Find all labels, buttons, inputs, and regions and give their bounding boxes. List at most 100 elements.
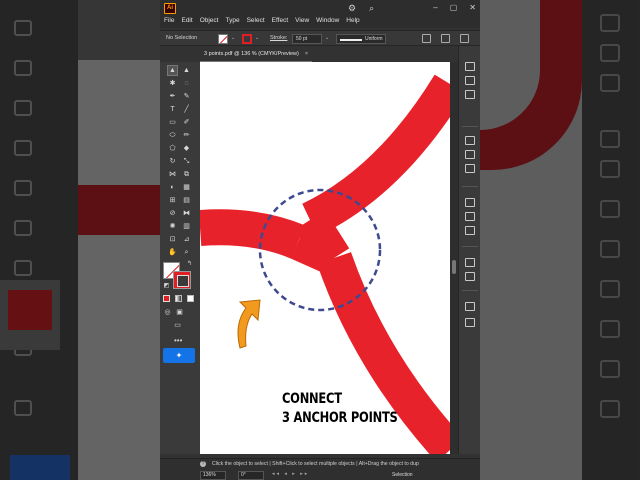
pencil-tool-icon[interactable]: ✏ [182, 131, 191, 140]
zoom-tool-icon[interactable]: ⌕ [182, 248, 191, 257]
minimize-icon[interactable]: – [433, 3, 437, 12]
right-blurred-background [480, 0, 640, 480]
red-stroke-junction[interactable] [290, 210, 350, 275]
zoom-level-field[interactable]: 136% [200, 471, 226, 480]
gradient-mode-icon[interactable] [175, 295, 182, 302]
column-graph-tool-icon[interactable]: ▥ [182, 222, 191, 231]
caption: CONNECT 3 ANCHOR POINTS [282, 390, 398, 428]
chevron-down-icon[interactable]: ⌄ [325, 35, 329, 41]
chevron-down-icon[interactable]: ⌄ [255, 35, 259, 41]
selection-status: No Selection [166, 35, 198, 41]
ellipse-tool-icon[interactable]: ⬭ [168, 131, 177, 140]
libraries-icon[interactable] [465, 90, 475, 99]
artboard-tool-icon[interactable]: ⊡ [168, 235, 177, 244]
blend-tool-icon[interactable]: ⧓ [182, 209, 191, 218]
close-tab-icon[interactable]: × [305, 51, 308, 57]
swap-colors-icon[interactable]: ↰ [185, 260, 194, 269]
window-controls: – ▢ ✕ [433, 3, 476, 12]
menu-help[interactable]: Help [346, 17, 359, 24]
sparkle-icon[interactable]: ✦ [163, 348, 195, 363]
slice-tool-icon[interactable]: ⊿ [182, 235, 191, 244]
menu-file[interactable]: File [164, 17, 174, 24]
gradient-panel-icon[interactable] [465, 212, 475, 221]
stroke-label[interactable]: Stroke: [270, 35, 287, 41]
more-options-icon[interactable] [460, 34, 469, 43]
red-stroke-left-line[interactable] [200, 209, 305, 259]
rotation-field[interactable]: 0° [238, 471, 264, 480]
edit-toolbar-icon[interactable]: ••• [174, 336, 182, 345]
red-stroke-top-arc[interactable] [302, 74, 450, 237]
free-transform-tool-icon[interactable]: ⧉ [182, 170, 191, 179]
color-icon[interactable] [465, 136, 475, 145]
transparency-icon[interactable] [465, 226, 475, 235]
menu-edit[interactable]: Edit [181, 17, 192, 24]
stroke-weight-input[interactable]: 50 pt [292, 34, 322, 44]
appearance-icon[interactable] [465, 258, 475, 267]
fill-swatch[interactable] [218, 34, 228, 44]
graphic-styles-icon[interactable] [465, 272, 475, 281]
artboard-navigation[interactable]: ◂◂ ◂ ▸ ▸▸ [272, 471, 309, 477]
menu-object[interactable]: Object [200, 17, 219, 24]
mesh-tool-icon[interactable]: ⊞ [168, 196, 177, 205]
curvature-tool-icon[interactable]: ✎ [182, 92, 191, 101]
eraser-tool-icon[interactable]: ◆ [182, 144, 191, 153]
width-tool-icon[interactable]: ⋈ [168, 170, 177, 179]
document-tab[interactable]: 3 points.pdf @ 136 % (CMYK/Preview) × [200, 48, 313, 62]
pen-tool-icon[interactable]: ✒ [168, 92, 177, 101]
artboards-icon[interactable] [465, 302, 475, 311]
paintbrush-tool-icon[interactable]: ✐ [182, 118, 191, 127]
hand-tool-icon[interactable]: ✋ [168, 248, 177, 257]
draw-normal-icon[interactable]: ◎ [163, 308, 172, 317]
properties-icon[interactable] [465, 62, 475, 71]
caption-line-1: CONNECT [282, 391, 342, 407]
document-tab-title: 3 points.pdf @ 136 % (CMYK/Preview) [204, 51, 299, 57]
menu-view[interactable]: View [295, 17, 309, 24]
maximize-icon[interactable]: ▢ [450, 3, 458, 12]
shape-builder-tool-icon[interactable]: ◐ [168, 183, 177, 192]
selection-tool-icon[interactable]: ▲ [167, 65, 178, 76]
share-icon[interactable]: ⚙ [348, 3, 356, 14]
default-colors-icon[interactable]: ◩ [162, 282, 171, 291]
scrollbar-thumb[interactable] [452, 260, 456, 274]
type-tool-icon[interactable]: T [168, 105, 177, 114]
menu-type[interactable]: Type [225, 17, 239, 24]
color-mode-icon[interactable] [163, 295, 170, 302]
menu-select[interactable]: Select [247, 17, 265, 24]
menu-window[interactable]: Window [316, 17, 339, 24]
direct-selection-tool-icon[interactable]: ▲ [182, 66, 191, 75]
stroke-color-swatch[interactable] [173, 271, 191, 289]
stroke-swatch[interactable] [242, 34, 252, 44]
rotate-tool-icon[interactable]: ↻ [168, 157, 177, 166]
draw-behind-icon[interactable]: ▣ [175, 308, 184, 317]
align-icon[interactable] [422, 34, 431, 43]
gradient-tool-icon[interactable]: ▤ [182, 196, 191, 205]
stroke-panel-icon[interactable] [465, 198, 475, 207]
align-panel-icon[interactable] [465, 318, 475, 327]
vertical-scrollbar[interactable] [450, 62, 458, 454]
menu-list: File Edit Object Type Select Effect View… [164, 17, 360, 24]
screen-mode-icon[interactable]: ▭ [173, 321, 182, 330]
eyedropper-tool-icon[interactable]: ⊘ [168, 209, 177, 218]
rectangle-tool-icon[interactable]: ▭ [168, 118, 177, 127]
symbol-sprayer-tool-icon[interactable]: ✺ [168, 222, 177, 231]
scale-tool-icon[interactable]: ⤡ [182, 157, 191, 166]
lasso-tool-icon[interactable]: ◌ [182, 79, 191, 88]
shaper-tool-icon[interactable]: ⬠ [168, 144, 177, 153]
arrow-icon [237, 299, 261, 349]
stroke-profile-select[interactable]: Uniform [336, 34, 386, 44]
canvas-area[interactable]: CONNECT 3 ANCHOR POINTS [200, 62, 450, 454]
chevron-down-icon[interactable]: ⌄ [231, 35, 235, 41]
swatches-icon[interactable] [465, 150, 475, 159]
brushes-icon[interactable] [465, 164, 475, 173]
menu-effect[interactable]: Effect [272, 17, 289, 24]
perspective-grid-tool-icon[interactable]: ▦ [182, 183, 191, 192]
current-tool-status: Selection [392, 472, 413, 478]
none-mode-icon[interactable] [187, 295, 194, 302]
close-icon[interactable]: ✕ [469, 3, 476, 12]
layers-icon[interactable] [465, 76, 475, 85]
transform-icon[interactable] [441, 34, 450, 43]
search-icon[interactable]: ⌕ [369, 3, 374, 14]
illustrator-window: Ai File Edit Object Type Select Effect V… [160, 0, 480, 480]
line-tool-icon[interactable]: ╱ [182, 105, 191, 114]
magic-wand-tool-icon[interactable]: ✱ [168, 79, 177, 88]
